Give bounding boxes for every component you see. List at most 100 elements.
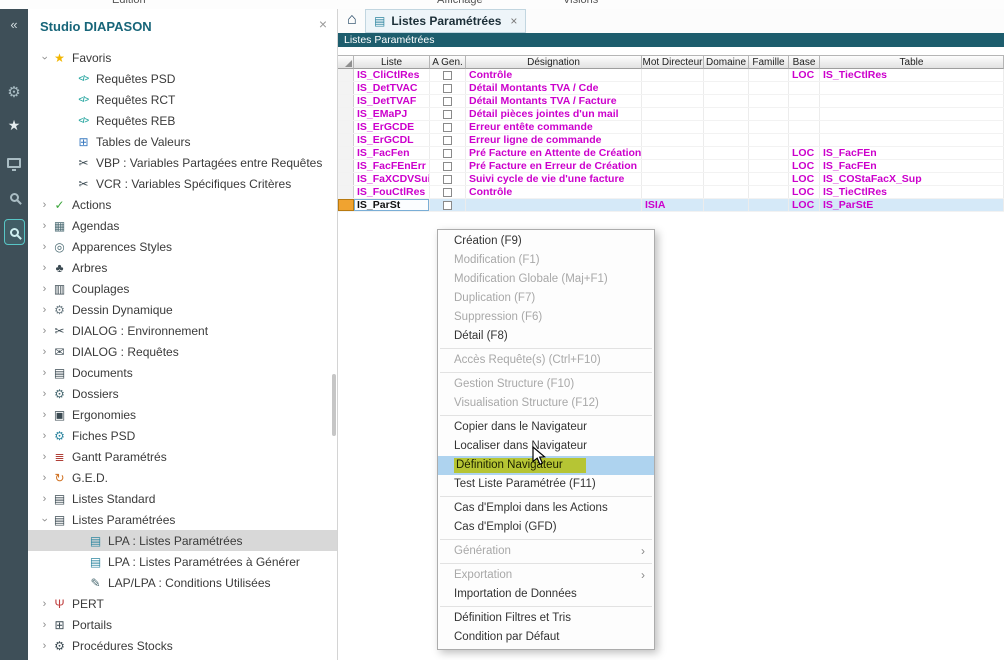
chevron-right-icon[interactable]: ›	[38, 283, 51, 295]
checkbox[interactable]	[443, 110, 452, 119]
search-active-icon[interactable]	[0, 219, 28, 245]
tree-item-arbres[interactable]: ›♣Arbres	[28, 257, 337, 278]
context-menu-item-localiser-dans-navigateur[interactable]: Localiser dans Navigateur	[438, 437, 654, 456]
row-selector[interactable]	[338, 69, 354, 81]
context-menu-item-cas-d-emploi-gfd[interactable]: Cas d'Emploi (GFD)	[438, 518, 654, 537]
column-header-table[interactable]: Table	[820, 55, 1004, 69]
checkbox[interactable]	[443, 84, 452, 93]
checkbox[interactable]	[443, 149, 452, 158]
tree-item-requ-tes-reb[interactable]: </>Requêtes REB	[28, 110, 337, 131]
table-row-is-ergcdl[interactable]: IS_ErGCDLErreur ligne de commande	[338, 134, 1004, 147]
tree-item-pert[interactable]: ›ΨPERT	[28, 593, 337, 614]
context-menu-item-d-finition-filtres-et-tris[interactable]: Définition Filtres et Tris	[438, 609, 654, 628]
context-menu-item-test-liste-param-tr-e-f11[interactable]: Test Liste Paramétrée (F11)	[438, 475, 654, 494]
chevron-down-icon[interactable]: ›	[39, 513, 51, 526]
table-row-is-facfen[interactable]: IS_FacFenPré Facture en Attente de Créat…	[338, 147, 1004, 160]
column-header-a-gen[interactable]: A Gen.	[430, 55, 466, 69]
tree-item-dialog-requ-tes[interactable]: ›✉DIALOG : Requêtes	[28, 341, 337, 362]
search-icon[interactable]	[0, 189, 28, 207]
column-header-mot-directeur[interactable]: Mot Directeur	[642, 55, 704, 69]
tree-item-fiches-psd[interactable]: ›⚙Fiches PSD	[28, 425, 337, 446]
chevron-right-icon[interactable]: ›	[38, 451, 51, 463]
chevron-right-icon[interactable]: ›	[38, 409, 51, 421]
tree-item-ergonomies[interactable]: ›▣Ergonomies	[28, 404, 337, 425]
table-row-is-parst[interactable]: IS_ParStISIALOCIS_ParStE	[338, 199, 1004, 212]
chevron-right-icon[interactable]: ›	[38, 598, 51, 610]
row-selector[interactable]	[338, 160, 354, 172]
tab-close-icon[interactable]: ×	[510, 14, 517, 28]
table-row-is-faxcdvsui[interactable]: IS_FaXCDVSuiSuivi cycle de vie d'une fac…	[338, 173, 1004, 186]
chevron-right-icon[interactable]: ›	[38, 430, 51, 442]
context-menu-item-condition-par-d-faut[interactable]: Condition par Défaut	[438, 628, 654, 647]
tree-item-requ-tes-rct[interactable]: </>Requêtes RCT	[28, 89, 337, 110]
menu-item-visions[interactable]: Visions	[563, 0, 598, 6]
menu-item-edition[interactable]: Edition	[112, 0, 146, 6]
chevron-right-icon[interactable]: ›	[38, 199, 51, 211]
table-row-is-emapj[interactable]: IS_EMaPJDétail pièces jointes d'un mail	[338, 108, 1004, 121]
context-menu-item-cas-d-emploi-dans-les-actions[interactable]: Cas d'Emploi dans les Actions	[438, 499, 654, 518]
checkbox[interactable]	[443, 71, 452, 80]
tree-item-gantt-param-tr-s[interactable]: ›≣Gantt Paramétrés	[28, 446, 337, 467]
monitor-icon[interactable]	[0, 155, 28, 173]
tree-item-dossiers[interactable]: ›⚙Dossiers	[28, 383, 337, 404]
checkbox[interactable]	[443, 162, 452, 171]
context-menu-item-importation-de-donn-es[interactable]: Importation de Données	[438, 585, 654, 604]
row-selector[interactable]	[338, 134, 354, 146]
chevron-right-icon[interactable]: ›	[38, 241, 51, 253]
tree-item-proc-dures-stocks[interactable]: ›⚙Procédures Stocks	[28, 635, 337, 656]
row-selector[interactable]	[338, 147, 354, 159]
tree-item-requ-tes-psd[interactable]: </>Requêtes PSD	[28, 68, 337, 89]
tab-listes-parametrees[interactable]: ▤ Listes Paramétrées ×	[365, 9, 526, 33]
chevron-right-icon[interactable]: ›	[38, 472, 51, 484]
tree-item-portails[interactable]: ›⊞Portails	[28, 614, 337, 635]
chevron-right-icon[interactable]: ›	[38, 388, 51, 400]
favorites-star-icon[interactable]: ★	[0, 117, 28, 134]
row-selector[interactable]	[338, 121, 354, 133]
home-icon[interactable]: ⌂	[347, 11, 357, 29]
column-header-liste[interactable]: Liste	[354, 55, 430, 69]
tree-item-apparences-styles[interactable]: ›◎Apparences Styles	[28, 236, 337, 257]
checkbox[interactable]	[443, 201, 452, 210]
table-row-is-ergcde[interactable]: IS_ErGCDEErreur entête commande	[338, 121, 1004, 134]
tree-item-dessin-dynamique[interactable]: ›⚙Dessin Dynamique	[28, 299, 337, 320]
tree-item-vcr-variables-sp-cifiques-crit-res[interactable]: ✂VCR : Variables Spécifiques Critères	[28, 173, 337, 194]
context-menu-item-d-tail-f8[interactable]: Détail (F8)	[438, 327, 654, 346]
row-selector[interactable]	[338, 82, 354, 94]
checkbox[interactable]	[443, 97, 452, 106]
collapse-sidebar-icon[interactable]: «	[0, 17, 28, 32]
column-header-base[interactable]: Base	[789, 55, 820, 69]
chevron-right-icon[interactable]: ›	[38, 367, 51, 379]
tree-item-tables-de-valeurs[interactable]: ⊞Tables de Valeurs	[28, 131, 337, 152]
tree-item-listes-param-tr-es[interactable]: ›▤Listes Paramétrées	[28, 509, 337, 530]
chevron-right-icon[interactable]: ›	[38, 262, 51, 274]
tree-item-couplages[interactable]: ›▥Couplages	[28, 278, 337, 299]
menu-item-affichage[interactable]: Affichage	[437, 0, 483, 6]
chevron-right-icon[interactable]: ›	[38, 640, 51, 652]
checkbox[interactable]	[443, 123, 452, 132]
tree-item-lpa-listes-param-tr-es[interactable]: ▤LPA : Listes Paramétrées	[28, 530, 337, 551]
chevron-right-icon[interactable]: ›	[38, 220, 51, 232]
context-menu-item-copier-dans-le-navigateur[interactable]: Copier dans le Navigateur	[438, 418, 654, 437]
column-header-famille[interactable]: Famille	[749, 55, 789, 69]
chevron-right-icon[interactable]: ›	[38, 493, 51, 505]
tree-item-actions[interactable]: ›✓Actions	[28, 194, 337, 215]
chevron-right-icon[interactable]: ›	[38, 346, 51, 358]
table-row-is-dettvac[interactable]: IS_DetTVACDétail Montants TVA / Cde	[338, 82, 1004, 95]
checkbox[interactable]	[443, 175, 452, 184]
tree-item-listes-standard[interactable]: ›▤Listes Standard	[28, 488, 337, 509]
chevron-right-icon[interactable]: ›	[38, 619, 51, 631]
checkbox[interactable]	[443, 188, 452, 197]
checkbox[interactable]	[443, 136, 452, 145]
tree-item-dialog-environnement[interactable]: ›✂DIALOG : Environnement	[28, 320, 337, 341]
row-selector[interactable]	[338, 186, 354, 198]
table-row-is-fouctlres[interactable]: IS_FouCtlResContrôleLOCIS_TieCtlRes	[338, 186, 1004, 199]
tree-item-g-e-d[interactable]: ›↻G.E.D.	[28, 467, 337, 488]
tree-item-lpa-listes-param-tr-es-g-n-rer[interactable]: ▤LPA : Listes Paramétrées à Générer	[28, 551, 337, 572]
table-row-is-dettvaf[interactable]: IS_DetTVAFDétail Montants TVA / Facture	[338, 95, 1004, 108]
context-menu-item-d-finition-navigateur[interactable]: Définition Navigateur	[438, 456, 654, 475]
tree-item-favoris[interactable]: ›★Favoris	[28, 47, 337, 68]
table-row-is-clictlres[interactable]: IS_CliCtlResContrôleLOCIS_TieCtlRes	[338, 69, 1004, 82]
row-selector[interactable]	[338, 173, 354, 185]
column-header-domaine[interactable]: Domaine	[704, 55, 749, 69]
row-selector[interactable]	[338, 95, 354, 107]
